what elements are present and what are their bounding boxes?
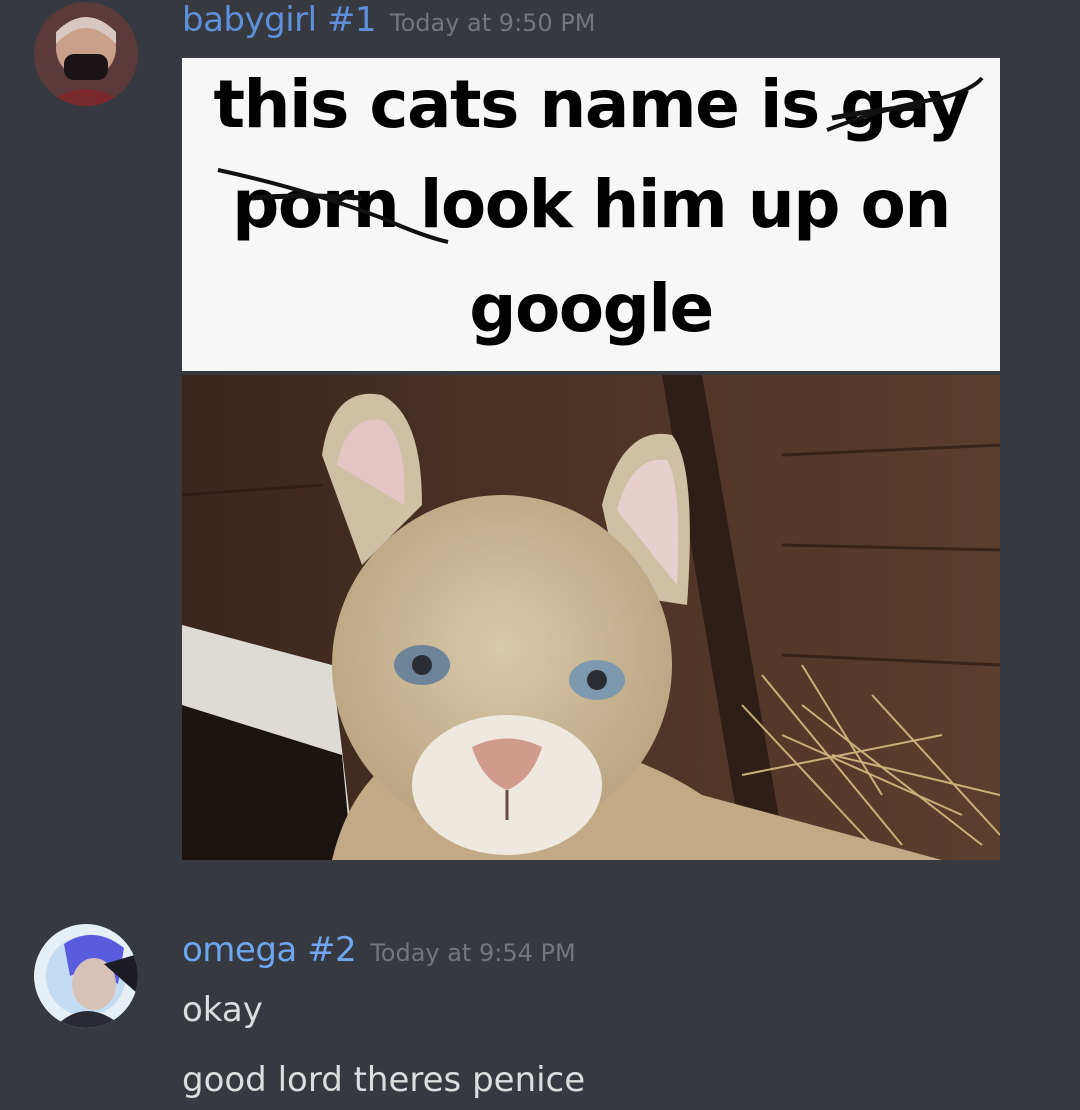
- timestamp: Today at 9:54 PM: [370, 939, 576, 967]
- cougar-photo: [182, 375, 1000, 860]
- image-attachment[interactable]: this cats name is gay porn look him up o…: [182, 58, 1000, 860]
- message-text: good lord theres penice: [182, 1060, 586, 1100]
- user-avatar-omega[interactable]: [34, 924, 138, 1028]
- message-text: okay: [182, 990, 263, 1030]
- meme-caption: this cats name is gay porn look him up o…: [182, 58, 1000, 371]
- avatar-icon: [34, 924, 138, 1028]
- scribble-marks: [217, 76, 984, 244]
- username[interactable]: omega #2: [182, 930, 357, 970]
- timestamp: Today at 9:50 PM: [390, 9, 596, 37]
- avatar-icon: [34, 2, 138, 106]
- user-avatar-babygirl[interactable]: [34, 2, 138, 106]
- username[interactable]: babygirl #1: [182, 0, 377, 40]
